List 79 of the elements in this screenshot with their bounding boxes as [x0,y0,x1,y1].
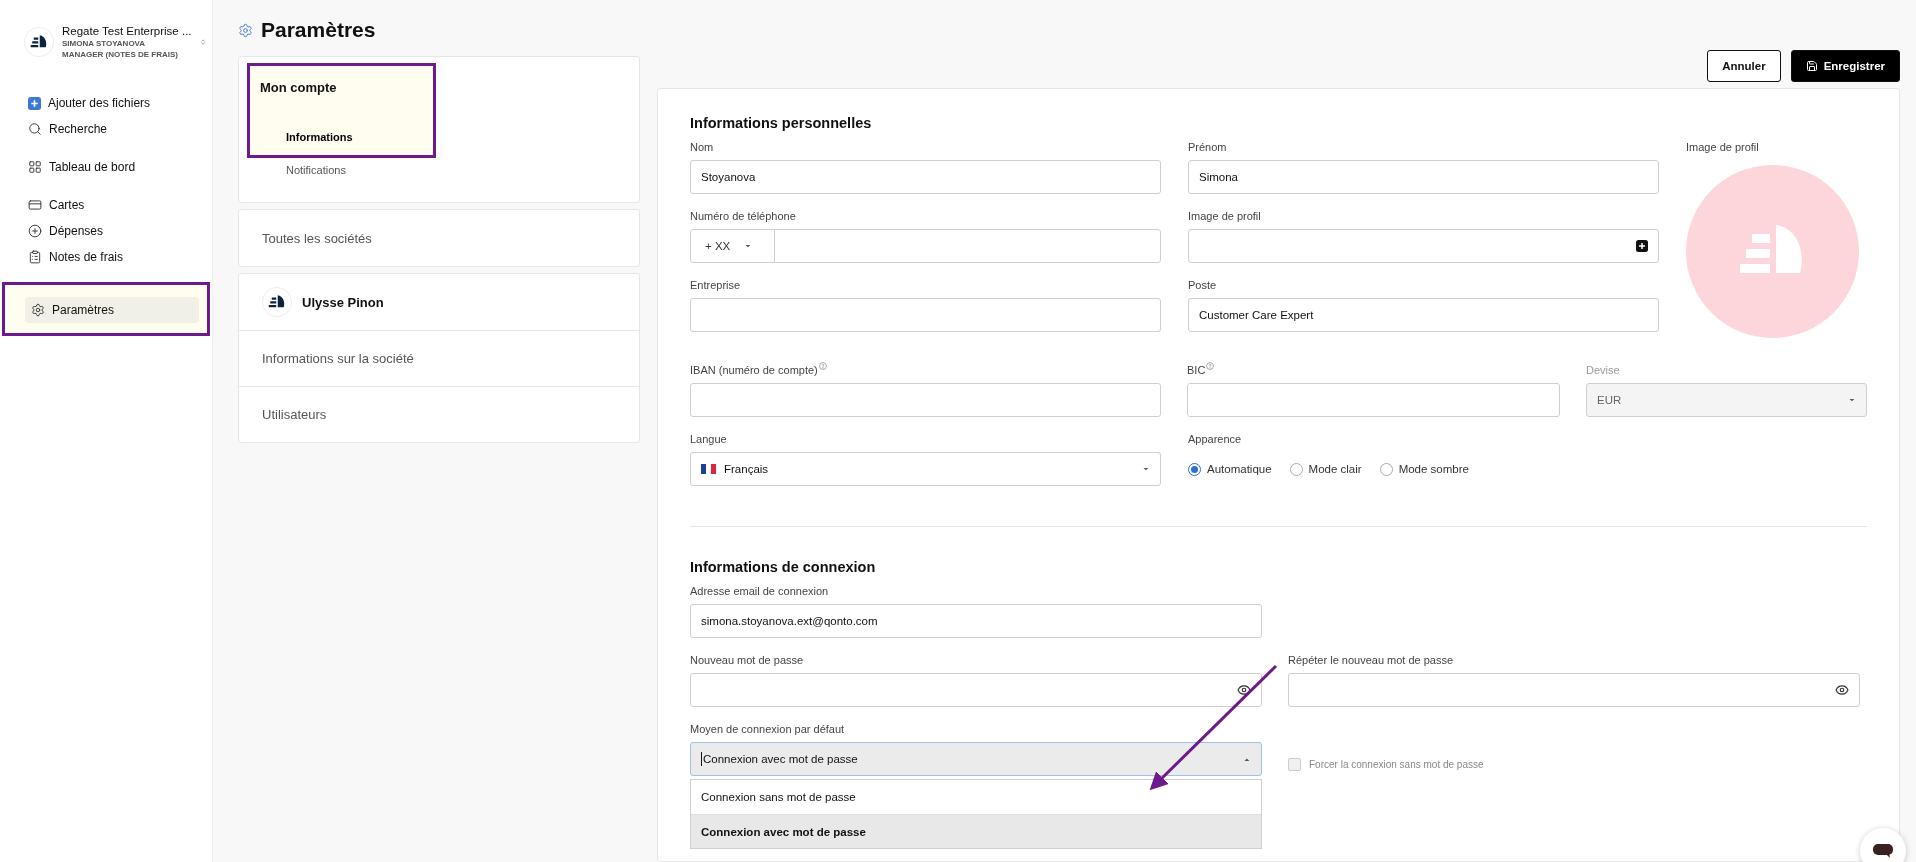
user-role: MANAGER (NOTES DE FRAIS) [62,49,178,60]
field-label: Répéter le nouveau mot de passe [1288,654,1455,668]
field-label: Poste [1188,279,1218,293]
section-title: Mon compte [260,80,338,95]
password-field[interactable] [1288,673,1860,707]
card-icon [28,198,42,212]
radio-option[interactable]: Automatique [1188,462,1272,476]
flag-icon [701,464,716,474]
field-label: Nouveau mot de passe [690,654,805,668]
field-label: Langue [690,433,728,447]
page-title: Paramètres [261,18,376,42]
input-field[interactable] [690,383,1161,417]
save-button[interactable]: Enregistrer [1790,50,1900,82]
eye-icon[interactable] [1237,683,1251,697]
field-label: Nom [690,141,715,155]
password-field[interactable] [690,673,1262,707]
field-label: Numéro de téléphone [690,210,797,224]
field-label: Adresse email de connexion [690,585,830,599]
nav-item[interactable]: Informations [260,131,353,155]
help-icon [1206,362,1215,370]
nav-item[interactable]: Toutes les sociétés [239,210,639,266]
dropdown-option[interactable]: Connexion avec mot de passe [691,814,1261,848]
plus-circle-icon [28,224,42,238]
clipboard-icon [28,250,42,264]
input-field[interactable]: Customer Care Expert [1188,298,1659,332]
field-label: Apparence [1188,433,1243,447]
sidebar-item[interactable]: Ajouter des fichiers [22,90,202,116]
chat-button[interactable] [1860,828,1906,862]
plus-icon[interactable] [1636,240,1648,252]
company-logo [24,27,54,57]
login-method-select[interactable]: Connexion avec mot de passe [690,742,1262,776]
field-label: BIC [1187,364,1560,378]
section-title: Informations de connexion [690,559,877,575]
user-name: SIMONA STOYANOVA [62,38,146,49]
settings-icon [238,22,253,38]
caret-icon [744,243,753,249]
settings-icon [31,303,45,317]
company-name: Ulysse Pinon [302,294,384,310]
phone-field[interactable]: + XX [690,229,1161,263]
company-logo [262,287,292,317]
input-field[interactable]: Stoyanova [690,160,1161,194]
eye-icon[interactable] [1835,683,1849,697]
chat-icon [1872,842,1894,860]
sidebar-item[interactable]: Cartes [22,192,202,218]
radio-option[interactable]: Mode sombre [1379,462,1469,476]
country-code-select[interactable]: + XX [691,230,775,262]
radio-option[interactable]: Mode clair [1289,462,1362,476]
field-label: Image de profil [1188,210,1262,224]
caret-icon [1243,756,1251,762]
search-icon [28,122,42,136]
field-label: Moyen de connexion par défaut [690,723,846,737]
plus-icon [28,96,41,110]
input-field[interactable]: Simona [1188,160,1659,194]
nav-item[interactable]: Utilisateurs [239,386,639,442]
field-label: Prénom [1188,141,1228,155]
input-field[interactable] [690,298,1161,332]
field-label: IBAN (numéro de compte) [690,364,1161,378]
nav-item[interactable]: Informations sur la société [239,330,639,386]
upload-field[interactable] [1188,229,1659,263]
field-label: Entreprise [690,279,742,293]
sidebar-item[interactable]: Notes de frais [22,244,202,270]
company-name: Regate Test Enterprise ... [62,24,192,38]
cancel-button[interactable]: Annuler [1707,50,1781,82]
save-icon [1805,60,1818,72]
grid-icon [28,160,42,174]
caret-icon [1848,397,1856,403]
language-select[interactable]: Français [690,452,1161,486]
input-field[interactable]: simona.stoyanova.ext@qonto.com [690,604,1262,638]
sidebar-item[interactable]: Tableau de bord [22,154,202,180]
sidebar-item[interactable]: Dépenses [22,218,202,244]
sidebar-item[interactable]: Paramètres [25,297,199,323]
field-label: Image de profil [1686,141,1760,155]
field-label: Devise [1586,364,1621,378]
help-icon [818,362,827,370]
nav-item[interactable]: Notifications [286,164,346,188]
section-title: Informations personnelles [690,115,873,131]
input-field[interactable] [1187,383,1560,417]
caret-icon [1142,466,1150,472]
sidebar-item[interactable]: Recherche [22,116,202,142]
